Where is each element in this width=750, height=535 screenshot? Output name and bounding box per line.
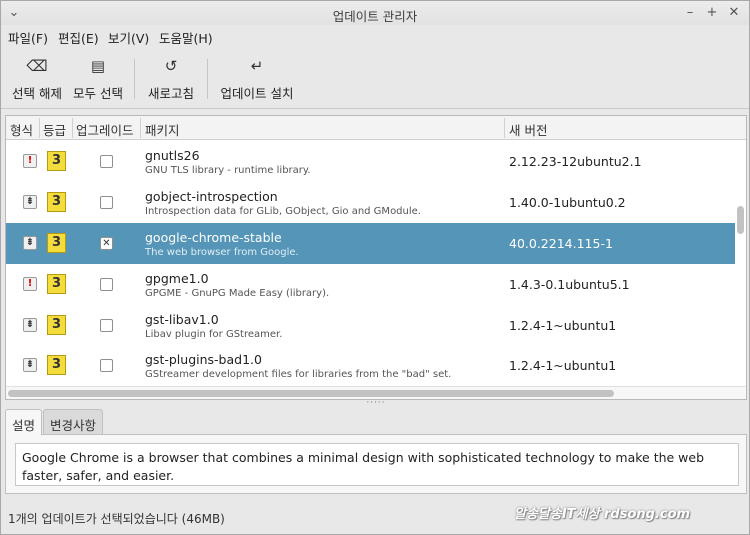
package-update-icon: ⇟ <box>23 358 37 372</box>
table-row-selected[interactable]: ⇟ 3 ✕ google-chrome-stable The web brows… <box>6 223 735 264</box>
scrollbar-thumb[interactable] <box>8 390 614 397</box>
table-row[interactable]: ⇟ 3 gobject-introspection Introspection … <box>6 182 735 223</box>
install-icon: ↵ <box>250 57 264 75</box>
tab-changes[interactable]: 변경사항 <box>43 409 104 435</box>
detail-tabs: 설명 변경사항 <box>5 409 747 435</box>
package-name: gst-plugins-bad1.0 <box>145 352 262 367</box>
vertical-scrollbar[interactable] <box>736 141 746 385</box>
table-header: 형식 등급 업그레이드 패키지 새 버전 <box>6 116 746 140</box>
package-name: gnutls26 <box>145 148 200 163</box>
clear-selection-button[interactable]: ⌫ 선택 해제 <box>9 55 65 103</box>
refresh-icon: ↺ <box>164 57 178 75</box>
table-row[interactable]: ! 3 gpgme1.0 GPGME - GnuPG Made Easy (li… <box>6 264 735 305</box>
menu-edit[interactable]: 편집(E) <box>58 28 99 47</box>
select-all-button[interactable]: ▤ 모두 선택 <box>70 55 126 103</box>
window-menu-icon[interactable]: ⌄ <box>5 4 23 22</box>
column-header-upgrade[interactable]: 업그레이드 <box>76 120 134 139</box>
update-manager-window: 업데이트 관리자 ⌄ – + ✕ 파일(F) 편집(E) 보기(V) 도움말(H… <box>0 0 750 535</box>
package-version: 1.4.3-0.1ubuntu5.1 <box>509 277 630 292</box>
close-icon[interactable]: ✕ <box>725 4 743 22</box>
package-version: 1.40.0-1ubuntu0.2 <box>509 195 626 210</box>
grade-badge: 3 <box>47 233 66 253</box>
window-title: 업데이트 관리자 <box>332 9 418 24</box>
tab-description[interactable]: 설명 <box>5 409 43 435</box>
menu-view[interactable]: 보기(V) <box>108 28 149 47</box>
package-name: google-chrome-stable <box>145 230 282 245</box>
clear-selection-label: 선택 해제 <box>12 86 62 101</box>
table-row[interactable]: ⇟ 3 gst-plugins-bad1.0 GStreamer develop… <box>6 345 735 386</box>
package-description: Libav plugin for GStreamer. <box>145 329 283 340</box>
table-row[interactable]: ! 3 gnutls26 GNU TLS library - runtime l… <box>6 141 735 182</box>
package-description: GStreamer development files for librarie… <box>145 369 452 380</box>
package-update-icon: ⇟ <box>23 236 37 250</box>
table-row[interactable]: ⇟ 3 gst-libav1.0 Libav plugin for GStrea… <box>6 305 735 346</box>
refresh-label: 새로고침 <box>147 86 194 101</box>
column-header-new-version[interactable]: 새 버전 <box>509 120 547 139</box>
package-description: Introspection data for GLib, GObject, Gi… <box>145 206 421 217</box>
upgrade-checkbox[interactable] <box>100 359 113 372</box>
grade-badge: 3 <box>47 192 66 212</box>
column-divider <box>72 118 73 138</box>
refresh-button[interactable]: ↺ 새로고침 <box>144 55 198 103</box>
upgrade-checkbox[interactable] <box>100 319 113 332</box>
package-version: 2.12.23-12ubuntu2.1 <box>509 154 642 169</box>
column-header-package[interactable]: 패키지 <box>145 120 180 139</box>
scrollbar-thumb[interactable] <box>737 206 744 234</box>
column-divider <box>140 118 141 138</box>
select-all-icon: ▤ <box>90 57 106 75</box>
install-updates-label: 업데이트 설치 <box>220 86 294 101</box>
package-name: gobject-introspection <box>145 189 278 204</box>
package-update-icon: ⇟ <box>23 195 37 209</box>
description-text: Google Chrome is a browser that combines… <box>15 443 739 486</box>
package-name: gst-libav1.0 <box>145 312 219 327</box>
package-version: 40.0.2214.115-1 <box>509 236 613 251</box>
minimize-icon[interactable]: – <box>681 4 699 22</box>
updates-table: 형식 등급 업그레이드 패키지 새 버전 ! 3 gnutls26 GNU TL… <box>5 115 747 400</box>
grade-badge: 3 <box>47 355 66 375</box>
grade-badge: 3 <box>47 315 66 335</box>
column-divider <box>504 118 505 138</box>
security-update-icon: ! <box>23 154 37 168</box>
menu-file[interactable]: 파일(F) <box>8 28 48 47</box>
grade-badge: 3 <box>47 274 66 294</box>
toolbar-separator <box>207 59 208 99</box>
pane-resize-handle[interactable]: ····· <box>361 399 391 408</box>
description-panel: Google Chrome is a browser that combines… <box>5 434 747 494</box>
install-updates-button[interactable]: ↵ 업데이트 설치 <box>217 55 297 103</box>
package-name: gpgme1.0 <box>145 271 209 286</box>
grade-badge: 3 <box>47 151 66 171</box>
toolbar: ⌫ 선택 해제 ▤ 모두 선택 ↺ 새로고침 ↵ 업데이트 설치 <box>1 47 749 109</box>
status-bar-text: 1개의 업데이트가 선택되었습니다 (46MB) <box>8 512 225 526</box>
package-description: GNU TLS library - runtime library. <box>145 165 311 176</box>
clear-icon: ⌫ <box>26 57 48 75</box>
upgrade-checkbox[interactable] <box>100 196 113 209</box>
upgrade-checkbox[interactable] <box>100 278 113 291</box>
toolbar-separator <box>134 59 135 99</box>
package-version: 1.2.4-1~ubuntu1 <box>509 358 617 373</box>
package-update-icon: ⇟ <box>23 318 37 332</box>
title-bar: 업데이트 관리자 ⌄ – + ✕ <box>1 1 749 25</box>
watermark: 알송달송IT세상 rdsong.com <box>514 507 691 522</box>
upgrade-checkbox[interactable]: ✕ <box>100 237 113 250</box>
upgrade-checkbox[interactable] <box>100 155 113 168</box>
menu-help[interactable]: 도움말(H) <box>159 28 213 47</box>
select-all-label: 모두 선택 <box>73 86 123 101</box>
maximize-icon[interactable]: + <box>703 4 721 22</box>
security-update-icon: ! <box>23 277 37 291</box>
package-description: The web browser from Google. <box>145 247 299 258</box>
package-description: GPGME - GnuPG Made Easy (library). <box>145 288 330 299</box>
column-header-type[interactable]: 형식 <box>10 120 33 139</box>
package-version: 1.2.4-1~ubuntu1 <box>509 318 617 333</box>
column-divider <box>39 118 40 138</box>
menu-bar: 파일(F) 편집(E) 보기(V) 도움말(H) <box>1 25 749 47</box>
column-header-grade[interactable]: 등급 <box>43 120 66 139</box>
